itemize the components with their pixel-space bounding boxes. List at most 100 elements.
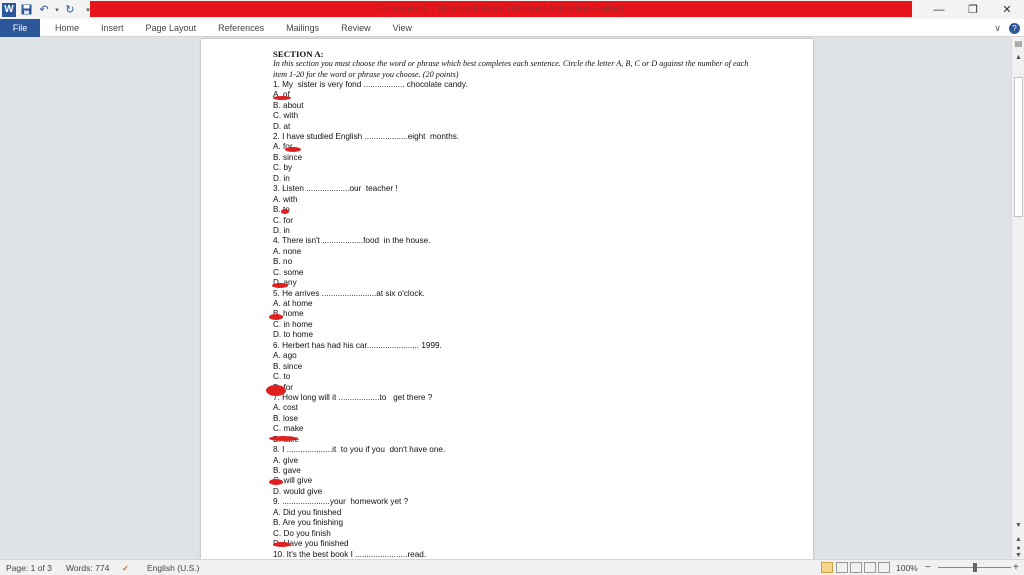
answer-option: B. no <box>273 257 293 267</box>
answer-option: A. none <box>273 246 302 256</box>
question-line: 8. I ....................it to you if yo… <box>273 445 446 455</box>
question-line: 9. .....................your homework ye… <box>273 497 409 507</box>
answer-mark <box>269 479 283 485</box>
answer-option: C. in home <box>273 319 313 329</box>
answer-option: D. for <box>273 382 294 392</box>
answer-option: D. at <box>273 121 291 131</box>
vertical-scrollbar[interactable]: ▤ ▲ ▼ ▲ ● ▼ <box>1011 37 1024 559</box>
answer-option: C. will give <box>273 476 313 486</box>
question-line: 5. He arrives ........................at… <box>273 288 425 298</box>
document-area: SECTION A: In this section you must choo… <box>0 37 1011 559</box>
document-content[interactable]: SECTION A: In this section you must choo… <box>273 49 753 559</box>
tab-page-layout[interactable]: Page Layout <box>135 19 208 37</box>
language-indicator[interactable]: English (U.S.) <box>147 560 199 575</box>
expand-ribbon-icon[interactable]: ∨ <box>994 23 1001 34</box>
question-line: 1. My sister is very fond ..............… <box>273 79 468 89</box>
answer-mark <box>285 147 301 152</box>
tab-references[interactable]: References <box>207 19 275 37</box>
save-icon[interactable] <box>18 2 34 18</box>
answer-option: B. about <box>273 100 304 110</box>
ruler-toggle-icon[interactable]: ▤ <box>1013 39 1024 50</box>
tab-view[interactable]: View <box>382 19 423 37</box>
answer-option: B. gave <box>273 466 301 476</box>
question-line: 7. How long will it ..................to… <box>273 392 433 402</box>
scroll-down-icon[interactable]: ▼ <box>1012 519 1024 531</box>
instructions-text: In this section you must choose the word… <box>273 59 749 79</box>
close-button[interactable]: ✕ <box>990 0 1024 19</box>
answer-option: A. with <box>273 194 298 204</box>
tab-file[interactable]: File <box>0 19 40 37</box>
ribbon-tabs: File Home Insert Page Layout References … <box>0 19 1024 37</box>
scroll-up-icon[interactable]: ▲ <box>1012 51 1024 63</box>
zoom-out-button[interactable]: − <box>925 560 931 575</box>
minimize-button[interactable]: — <box>922 0 956 19</box>
answer-option: A. at home <box>273 299 313 309</box>
answer-option: C. by <box>273 163 293 173</box>
dropdown-icon[interactable]: ▾ <box>54 2 60 18</box>
answer-option: B. since <box>273 361 303 371</box>
answer-option: D. take <box>273 435 753 445</box>
question-line: 3. Listen ...................our teacher… <box>273 184 398 194</box>
answer-mark <box>273 96 291 100</box>
zoom-level[interactable]: 100% <box>896 560 918 575</box>
answer-option: C. make <box>273 424 304 434</box>
answer-option: A. cost <box>273 403 299 413</box>
word-count[interactable]: Words: 774 <box>66 560 109 575</box>
answer-option: C. to <box>273 372 291 382</box>
answer-option: A. Did you finished <box>273 507 342 517</box>
answer-option: D. in <box>273 173 290 183</box>
window-title: Document2 - Microsoft Word (Product Acti… <box>377 3 625 15</box>
answer-option: D. would give <box>273 486 323 496</box>
draft-icon[interactable] <box>878 562 890 573</box>
answer-option: B. to <box>273 205 290 215</box>
answer-mark <box>269 314 283 320</box>
word-logo-icon[interactable]: W <box>2 2 16 17</box>
zoom-slider-thumb[interactable] <box>972 563 977 572</box>
full-screen-reading-icon[interactable] <box>836 562 848 573</box>
restore-button[interactable]: ❐ <box>956 0 990 19</box>
help-icon[interactable]: ? <box>1009 22 1020 34</box>
outline-icon[interactable] <box>864 562 876 573</box>
tab-review[interactable]: Review <box>330 19 382 37</box>
proofing-icon[interactable]: ✓ <box>122 560 129 575</box>
scroll-thumb[interactable] <box>1014 77 1023 217</box>
web-layout-icon[interactable] <box>850 562 862 573</box>
answer-option: B. since <box>273 152 303 162</box>
answer-option: C. Do you finish <box>273 528 331 538</box>
answer-option: B. Are you finishing <box>273 518 344 528</box>
answer-mark <box>272 283 288 288</box>
print-layout-icon[interactable] <box>821 562 833 573</box>
answer-option: D. in <box>273 225 290 235</box>
document-page[interactable]: SECTION A: In this section you must choo… <box>201 39 813 559</box>
answer-option: D. any <box>273 278 297 288</box>
redo-icon[interactable]: ↻ <box>62 2 78 18</box>
answer-option: A. give <box>273 455 299 465</box>
answer-option: C. some <box>273 267 304 277</box>
question-line: 10. It's the best book I ...............… <box>273 549 427 559</box>
answer-option: D. to home <box>273 330 314 340</box>
answer-mark <box>266 385 286 396</box>
undo-icon[interactable]: ↶ <box>36 2 52 18</box>
tab-mailings[interactable]: Mailings <box>275 19 330 37</box>
answer-option: B. home <box>273 309 304 319</box>
quick-access-toolbar: W ↶ ▾ ↻ ▾ <box>0 0 96 19</box>
question-line: 4. There isn't ..................food in… <box>273 236 431 246</box>
tab-insert[interactable]: Insert <box>90 19 135 37</box>
tab-home[interactable]: Home <box>44 19 90 37</box>
zoom-in-button[interactable]: + <box>1013 560 1019 575</box>
answer-option: D. Have you finished <box>273 539 349 549</box>
answer-mark <box>269 436 297 441</box>
title-banner: Document2 - Microsoft Word (Product Acti… <box>90 1 912 17</box>
answer-option: A. of <box>273 90 290 100</box>
question-line: 2. I have studied English ..............… <box>273 132 460 142</box>
window-controls: — ❐ ✕ <box>922 0 1024 19</box>
page-count[interactable]: Page: 1 of 3 <box>6 560 52 575</box>
answer-mark <box>273 542 291 547</box>
answer-option: C. for <box>273 215 294 225</box>
answer-option: C. with <box>273 111 299 121</box>
title-bar: W ↶ ▾ ↻ ▾ Document2 - Microsoft Word (Pr… <box>0 0 1024 19</box>
answer-option: B. lose <box>273 413 299 423</box>
section-heading: SECTION A: <box>273 49 324 59</box>
answer-mark <box>281 209 289 214</box>
answer-option: A. for <box>273 142 293 152</box>
